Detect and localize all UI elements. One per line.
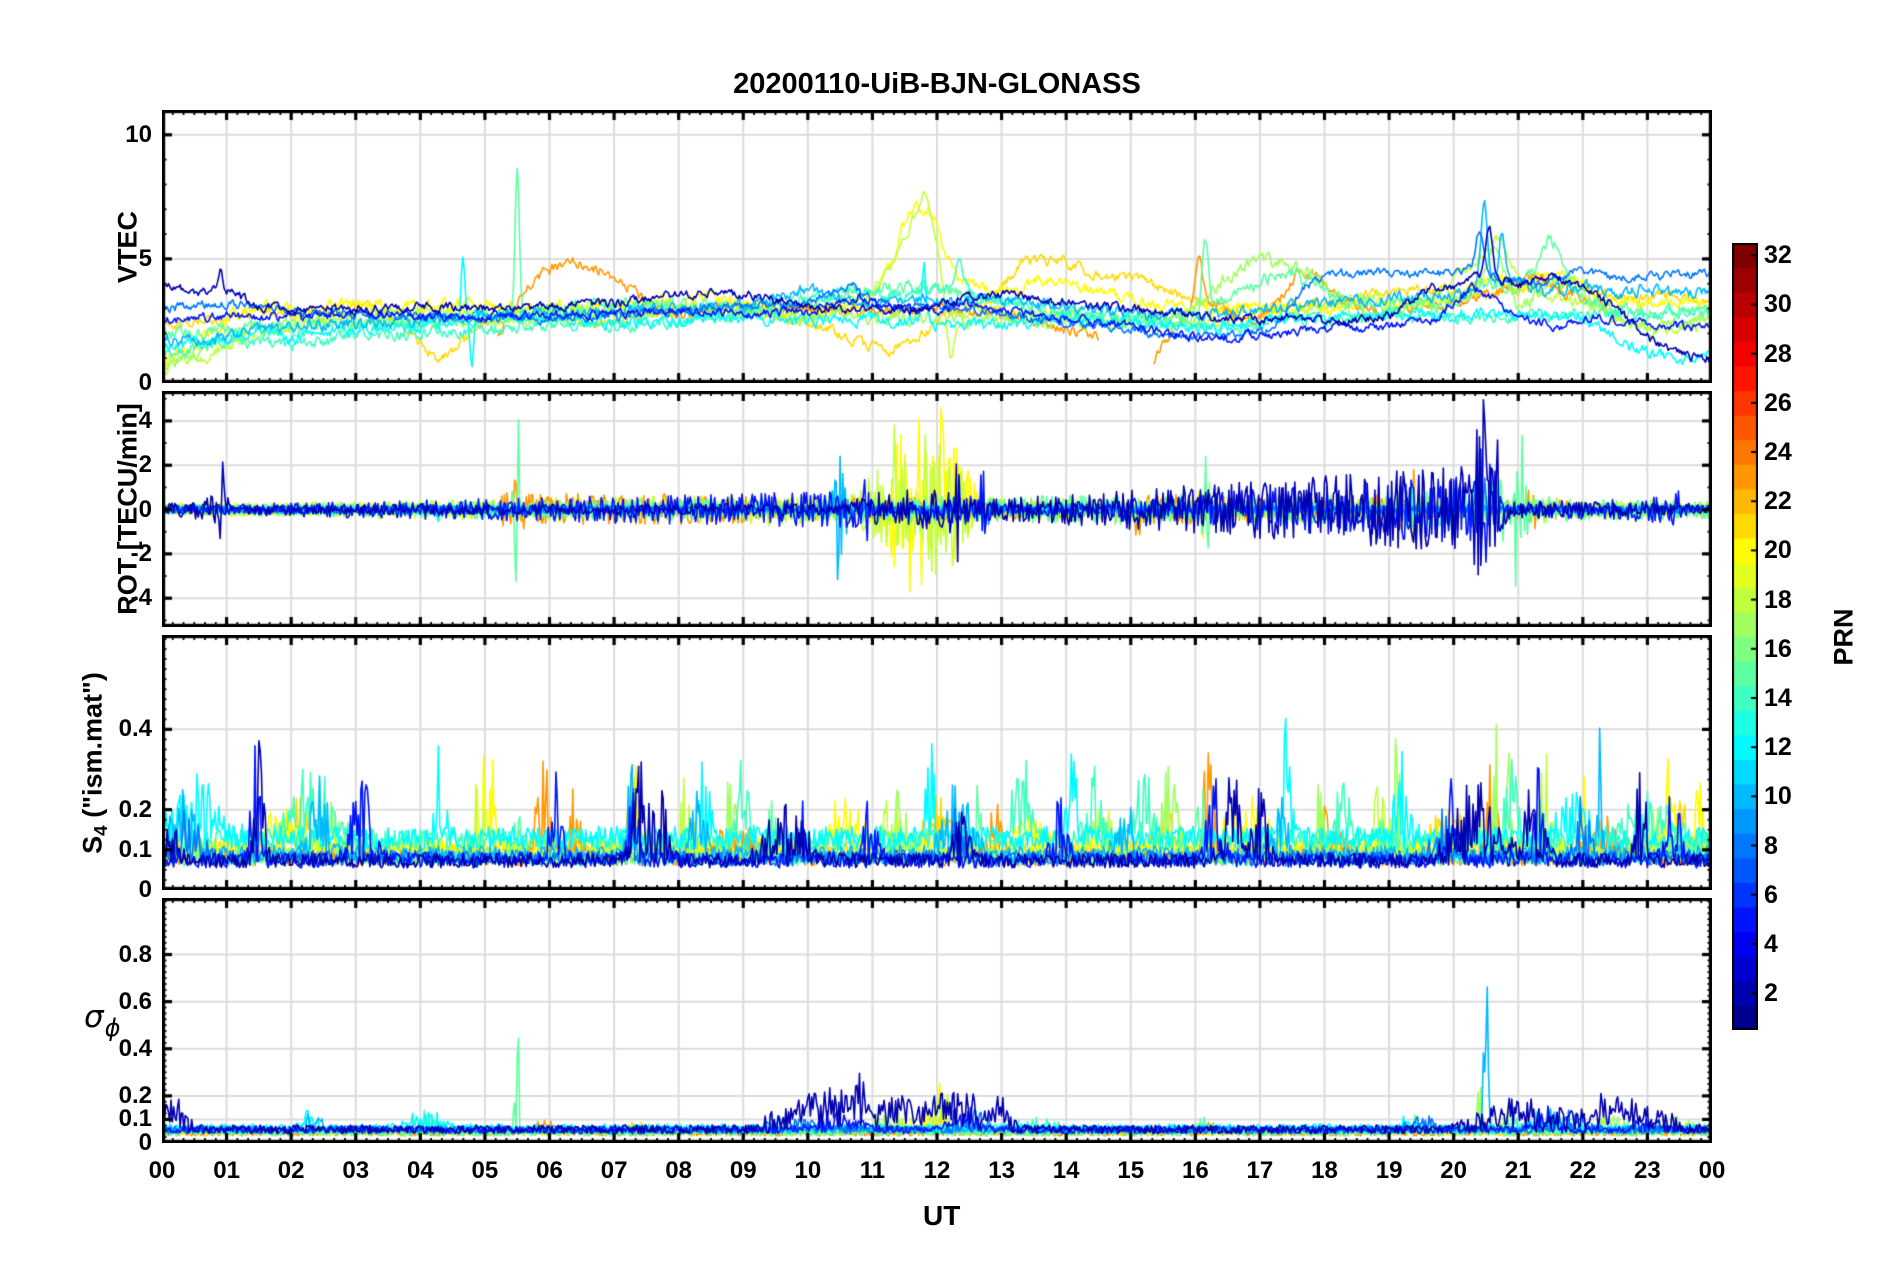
- x-tick-label: 11: [859, 1157, 886, 1184]
- y-tick-label-vtec: 0: [138, 369, 152, 396]
- colorbar-tick-label: 14: [1764, 683, 1792, 712]
- y-tick-label-s4: 0: [138, 876, 152, 903]
- x-tick-label: 04: [406, 1157, 434, 1184]
- x-tick-label: 09: [729, 1157, 757, 1184]
- panel-canvas-s4: [162, 635, 1712, 890]
- y-tick-label-s4: 0.2: [118, 795, 152, 823]
- y-tick-label-sigma_phi: 0.6: [118, 987, 152, 1015]
- x-tick-label: 16: [1181, 1157, 1209, 1184]
- chart-title: 20200110-UiB-BJN-GLONASS: [733, 68, 1141, 100]
- colorbar-tick-label: 2: [1764, 979, 1778, 1008]
- x-tick-label: 21: [1504, 1157, 1532, 1184]
- y-axis-label-s4: S4 ("ism.mat"): [77, 671, 112, 854]
- x-tick-label: 05: [471, 1157, 499, 1184]
- x-tick-label: 14: [1052, 1157, 1080, 1184]
- colorbar-tick-label: 28: [1764, 339, 1792, 368]
- y-tick-label-sigma_phi: 0.4: [118, 1034, 152, 1062]
- x-tick-label: 08: [665, 1157, 692, 1184]
- colorbar-tick-label: 24: [1764, 438, 1792, 467]
- panel-canvas-sigma_phi: [162, 898, 1712, 1143]
- x-axis-label: UT: [923, 1200, 961, 1231]
- colorbar-tick-label: 30: [1764, 290, 1792, 319]
- x-tick-label: 17: [1246, 1157, 1274, 1184]
- colorbar: [1732, 243, 1758, 1030]
- colorbar-tick-label: 6: [1764, 880, 1778, 909]
- y-tick-label-s4: 0.1: [118, 835, 152, 863]
- x-tick-label: 13: [988, 1157, 1015, 1184]
- colorbar-tick-label: 26: [1764, 388, 1792, 417]
- x-tick-label: 02: [277, 1157, 305, 1184]
- y-tick-label-s4: 0.4: [118, 715, 152, 743]
- colorbar-tick-label: 10: [1764, 782, 1792, 811]
- figure: 20200110-UiB-BJN-GLONASS 0 5 10 VTEC -4 -2 0 2 4…: [0, 0, 1902, 1272]
- y-tick-label-sigma_phi: 0.8: [118, 940, 152, 968]
- x-tick-label: 19: [1375, 1157, 1403, 1184]
- colorbar-label: PRN: [1828, 607, 1859, 666]
- y-axis-label-rot: ROT [TECU/min]: [112, 403, 143, 615]
- x-tick-label: 10: [794, 1157, 822, 1184]
- x-tick-label: 12: [923, 1157, 951, 1184]
- colorbar-tick-label: 32: [1764, 241, 1792, 270]
- x-tick-label: 18: [1311, 1157, 1338, 1184]
- panel-canvas-vtec: [162, 110, 1712, 383]
- x-tick-label: 07: [600, 1157, 628, 1184]
- y-tick-label-vtec: 10: [125, 120, 152, 148]
- y-axis-label-sigma_phi: σϕ: [84, 998, 121, 1042]
- x-tick-label: 00: [148, 1157, 176, 1184]
- y-tick-label-sigma_phi: 0.2: [118, 1081, 152, 1109]
- x-tick-label: 22: [1569, 1157, 1597, 1184]
- colorbar-tick-label: 16: [1764, 634, 1792, 663]
- colorbar-tick-label: 22: [1764, 487, 1792, 516]
- panel-canvas-rot: [162, 391, 1712, 627]
- x-tick-label: 23: [1634, 1157, 1661, 1184]
- colorbar-tick-label: 4: [1764, 929, 1778, 958]
- y-axis-label-vtec: VTEC: [112, 210, 143, 283]
- x-tick-label: 06: [536, 1157, 563, 1184]
- colorbar-tick-label: 20: [1764, 536, 1792, 565]
- x-tick-label: 20: [1440, 1157, 1467, 1184]
- colorbar-tick-label: 18: [1764, 585, 1792, 614]
- x-tick-label: 01: [213, 1157, 240, 1184]
- x-tick-label: 00: [1698, 1157, 1726, 1184]
- colorbar-tick-label: 8: [1764, 831, 1778, 860]
- colorbar-tick-label: 12: [1764, 733, 1792, 762]
- x-tick-label: 03: [342, 1157, 370, 1184]
- x-tick-label: 15: [1117, 1157, 1145, 1184]
